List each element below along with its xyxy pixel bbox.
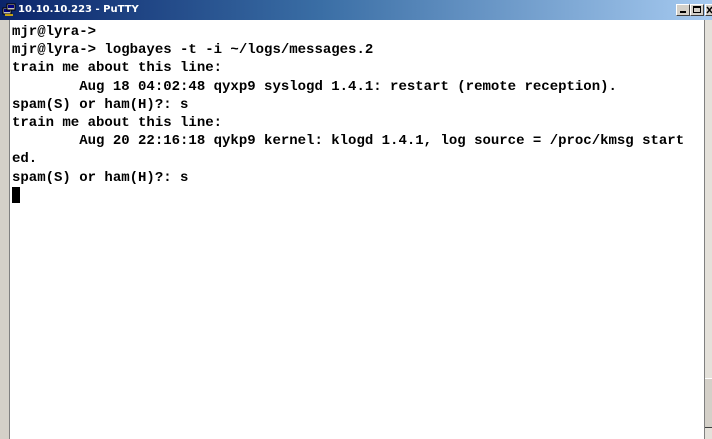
close-icon bbox=[706, 6, 712, 14]
terminal-output: mjr@lyra-> mjr@lyra-> logbayes -t -i ~/l… bbox=[12, 23, 684, 205]
terminal-line: Aug 20 22:16:18 qykp9 kernel: klogd 1.4.… bbox=[12, 133, 685, 150]
putty-app-icon[interactable] bbox=[2, 3, 16, 17]
window-title: 10.10.10.223 - PuTTY bbox=[18, 4, 139, 15]
terminal-line: ed. bbox=[12, 151, 38, 168]
minimize-icon bbox=[680, 11, 686, 13]
maximize-button[interactable] bbox=[690, 4, 704, 16]
terminal-line: train me about this line: bbox=[12, 114, 223, 131]
terminal-line: train me about this line: bbox=[12, 60, 223, 77]
title-bar[interactable]: 10.10.10.223 - PuTTY bbox=[0, 0, 712, 20]
scrollbar-thumb[interactable] bbox=[705, 378, 712, 428]
terminal-line: mjr@lyra-> logbayes -t -i ~/logs/message… bbox=[12, 42, 374, 59]
terminal-line: mjr@lyra-> bbox=[12, 24, 97, 40]
terminal-line: Aug 18 04:02:48 qyxp9 syslogd 1.4.1: res… bbox=[12, 78, 617, 95]
terminal-cursor-line bbox=[12, 186, 684, 205]
close-button[interactable] bbox=[705, 4, 712, 16]
window-left-frame bbox=[0, 20, 10, 439]
minimize-button[interactable] bbox=[676, 4, 690, 16]
terminal-line: spam(S) or ham(H)?: s bbox=[12, 169, 189, 186]
terminal-area[interactable]: mjr@lyra-> mjr@lyra-> logbayes -t -i ~/l… bbox=[10, 20, 704, 439]
terminal-line: spam(S) or ham(H)?: s bbox=[12, 96, 189, 113]
vertical-scrollbar[interactable] bbox=[704, 20, 712, 439]
maximize-icon bbox=[693, 6, 701, 13]
text-cursor bbox=[12, 186, 20, 203]
putty-window: 10.10.10.223 - PuTTY mjr@lyra-> mjr@lyra… bbox=[0, 0, 712, 439]
